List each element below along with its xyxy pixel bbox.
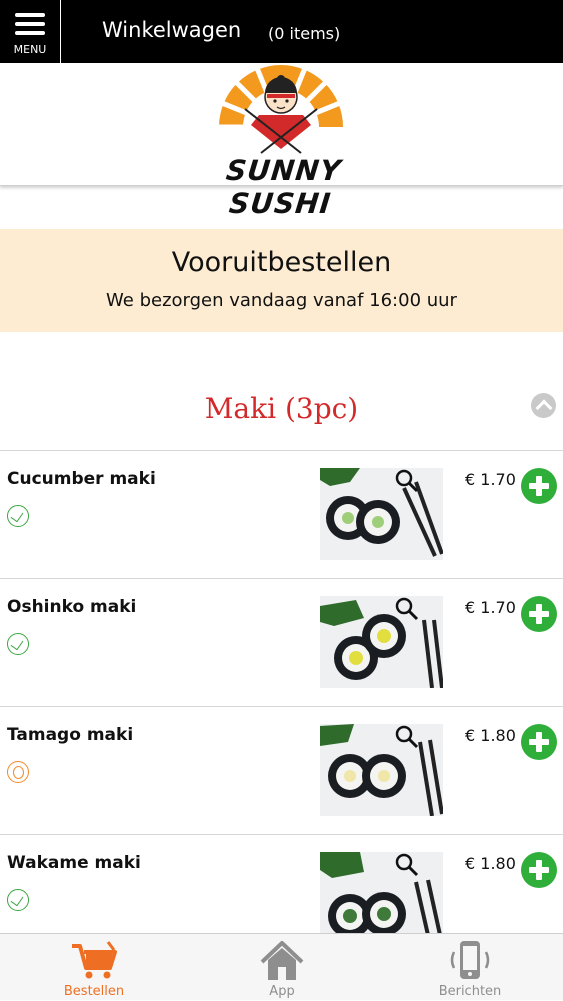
item-name: Cucumber maki — [7, 469, 156, 489]
menu-item-list: Cucumber maki € 1.70 Oshinko maki € 1.70… — [0, 450, 563, 962]
item-photo[interactable] — [320, 852, 443, 944]
zoom-icon[interactable] — [395, 469, 419, 493]
menu-item[interactable]: Cucumber maki € 1.70 — [0, 450, 563, 578]
vegetarian-icon — [7, 505, 29, 527]
banner-subtext: We bezorgen vandaag vanaf 16:00 uur — [106, 290, 457, 311]
add-to-cart-icon[interactable] — [521, 596, 557, 632]
tab-berichten[interactable]: Berichten — [376, 934, 563, 1001]
menu-item[interactable]: Oshinko maki € 1.70 — [0, 578, 563, 706]
vegetarian-icon — [7, 889, 29, 911]
phone-icon — [450, 941, 490, 979]
tab-label: Bestellen — [63, 984, 125, 999]
add-to-cart-icon[interactable] — [521, 724, 557, 760]
menu-label: MENU — [13, 43, 47, 56]
menu-button[interactable]: MENU — [0, 0, 61, 63]
preorder-banner: Vooruitbestellen We bezorgen vandaag van… — [0, 229, 563, 332]
egg-icon — [7, 761, 29, 783]
banner-heading: Vooruitbestellen — [171, 247, 392, 278]
item-price: € 1.70 — [465, 470, 516, 489]
hamburger-icon — [15, 13, 45, 40]
cart-item-count[interactable]: (0 items) — [268, 24, 340, 43]
top-bar: MENU Winkelwagen (0 items) — [0, 0, 563, 63]
sunny-sushi-logo — [217, 65, 343, 154]
page-title[interactable]: Winkelwagen — [102, 18, 241, 42]
tab-label: App — [269, 984, 295, 999]
item-price: € 1.80 — [465, 726, 516, 745]
tab-label: Berichten — [438, 984, 502, 999]
logo-header: SUNNY SUSHI — [0, 63, 563, 220]
home-icon — [260, 941, 304, 980]
vegetarian-icon — [7, 633, 29, 655]
zoom-icon[interactable] — [395, 725, 419, 749]
item-name: Oshinko maki — [7, 597, 137, 617]
item-price: € 1.80 — [465, 854, 516, 873]
cart-icon — [72, 941, 117, 979]
item-price: € 1.70 — [465, 598, 516, 617]
item-photo[interactable] — [320, 596, 443, 688]
category-title[interactable]: Maki (3pc) — [0, 392, 563, 425]
tab-app[interactable]: App — [188, 934, 376, 1001]
logo-text: SUNNY SUSHI — [224, 154, 343, 220]
zoom-icon[interactable] — [395, 597, 419, 621]
item-photo[interactable] — [320, 724, 443, 816]
add-to-cart-icon[interactable] — [521, 852, 557, 888]
add-to-cart-icon[interactable] — [521, 468, 557, 504]
item-name: Wakame maki — [7, 853, 141, 873]
zoom-icon[interactable] — [395, 853, 419, 877]
chevron-up-icon[interactable] — [531, 393, 556, 418]
item-name: Tamago maki — [7, 725, 134, 745]
tab-bestellen[interactable]: Bestellen — [0, 934, 188, 1001]
item-photo[interactable] — [320, 468, 443, 560]
menu-item[interactable]: Tamago maki € 1.80 — [0, 706, 563, 834]
bottom-tab-bar: Bestellen App Berichten — [0, 933, 563, 1000]
